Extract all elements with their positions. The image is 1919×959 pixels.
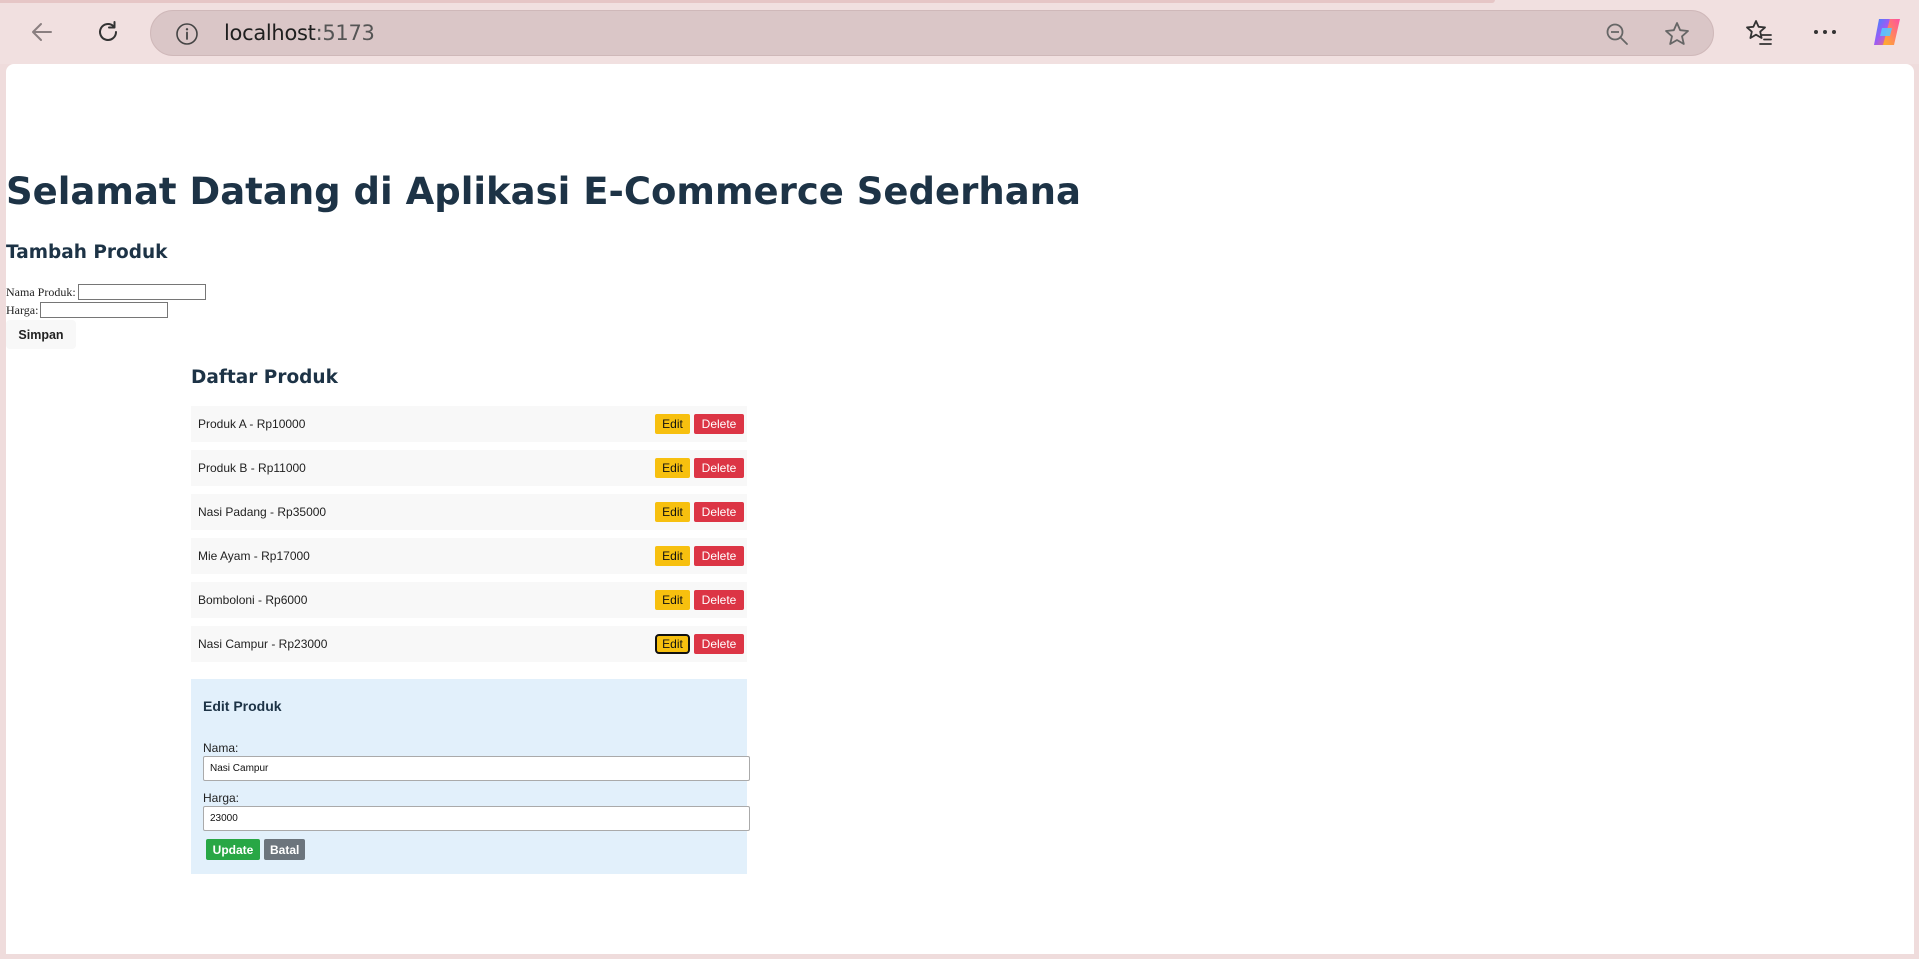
- address-bar[interactable]: localhost:5173: [150, 10, 1714, 56]
- cancel-button[interactable]: Batal: [264, 839, 305, 860]
- back-button[interactable]: [22, 12, 62, 52]
- favorites-list-icon[interactable]: [1745, 18, 1773, 51]
- edit-button[interactable]: Edit: [655, 546, 690, 566]
- add-price-row: Harga:: [6, 301, 206, 319]
- edit-price-label: Harga:: [203, 791, 240, 805]
- edit-product-panel: Edit Produk Nama: Harga: Update Batal: [191, 679, 750, 874]
- site-info-icon[interactable]: [175, 22, 199, 46]
- add-price-input[interactable]: [40, 302, 169, 318]
- product-item-text: Nasi Padang - Rp35000: [198, 505, 327, 519]
- reload-button[interactable]: [88, 12, 128, 52]
- edit-name-label: Nama:: [203, 741, 239, 755]
- product-item: Nasi Campur - Rp23000 Edit Delete: [191, 626, 747, 662]
- product-item: Produk A - Rp10000 Edit Delete: [191, 406, 747, 442]
- product-item: Produk B - Rp11000 Edit Delete: [191, 450, 747, 486]
- reload-icon: [99, 21, 117, 41]
- add-product-form: Nama Produk: Harga:: [6, 283, 206, 319]
- address-url[interactable]: localhost:5173: [224, 11, 375, 55]
- browser-toolbar: localhost:5173: [0, 0, 1919, 64]
- add-name-input[interactable]: [77, 284, 206, 300]
- zoom-out-icon[interactable]: [1604, 21, 1630, 52]
- edit-price-input[interactable]: [203, 806, 750, 831]
- edit-button[interactable]: Edit: [655, 590, 690, 610]
- product-item: Mie Ayam - Rp17000 Edit Delete: [191, 538, 747, 574]
- product-item: Bomboloni - Rp6000 Edit Delete: [191, 582, 747, 618]
- back-arrow-icon: [32, 23, 52, 41]
- tab-strip-indicator: [0, 0, 1495, 3]
- add-name-row: Nama Produk:: [6, 283, 206, 301]
- product-item-text: Nasi Campur - Rp23000: [198, 637, 328, 651]
- edit-button[interactable]: Edit: [655, 502, 690, 522]
- add-price-label: Harga:: [6, 302, 39, 317]
- url-host: localhost: [224, 21, 316, 45]
- delete-button[interactable]: Delete: [694, 414, 744, 434]
- edit-button[interactable]: Edit: [655, 634, 690, 654]
- product-item-text: Produk B - Rp11000: [198, 461, 306, 475]
- more-options-icon[interactable]: [1812, 22, 1838, 47]
- save-button[interactable]: Simpan: [6, 320, 76, 349]
- product-item-text: Bomboloni - Rp6000: [198, 593, 308, 607]
- url-port: :5173: [315, 21, 375, 45]
- edit-product-heading: Edit Produk: [203, 698, 282, 714]
- product-list-heading: Daftar Produk: [191, 367, 338, 388]
- delete-button[interactable]: Delete: [694, 502, 744, 522]
- delete-button[interactable]: Delete: [694, 546, 744, 566]
- delete-button[interactable]: Delete: [694, 590, 744, 610]
- update-button[interactable]: Update: [206, 839, 260, 860]
- edit-button[interactable]: Edit: [655, 414, 690, 434]
- copilot-icon[interactable]: [1870, 15, 1904, 54]
- delete-button[interactable]: Delete: [694, 634, 744, 654]
- add-name-label: Nama Produk:: [6, 284, 76, 299]
- product-item-text: Mie Ayam - Rp17000: [198, 549, 310, 563]
- edit-button[interactable]: Edit: [655, 458, 690, 478]
- favorite-star-icon[interactable]: [1663, 20, 1691, 53]
- product-item: Nasi Padang - Rp35000 Edit Delete: [191, 494, 747, 530]
- delete-button[interactable]: Delete: [694, 458, 744, 478]
- page-title: Selamat Datang di Aplikasi E-Commerce Se…: [6, 170, 1081, 213]
- add-product-heading: Tambah Produk: [6, 242, 168, 263]
- page-viewport: Selamat Datang di Aplikasi E-Commerce Se…: [6, 64, 1914, 954]
- edit-name-input[interactable]: [203, 756, 750, 781]
- product-item-text: Produk A - Rp10000: [198, 417, 306, 431]
